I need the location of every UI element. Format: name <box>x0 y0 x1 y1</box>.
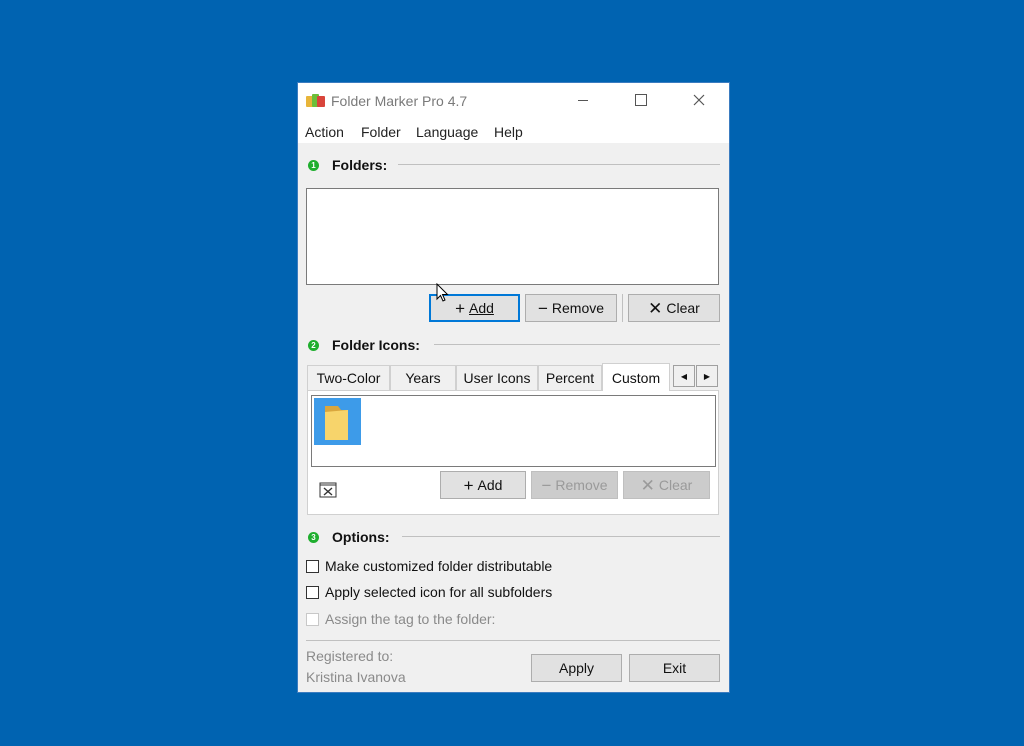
menu-action[interactable]: Action <box>305 124 344 140</box>
mouse-cursor-icon <box>436 283 449 302</box>
plus-icon: + <box>455 298 465 318</box>
tab-user-icons[interactable]: User Icons <box>456 365 538 390</box>
close-icon <box>693 94 705 106</box>
clear-x-icon: ✕ <box>640 475 655 495</box>
tab-custom[interactable]: Custom <box>602 363 670 391</box>
minimize-icon <box>578 99 588 101</box>
app-window: Folder Marker Pro 4.7 Action Folder Lang… <box>298 83 729 692</box>
registered-label: Registered to: <box>306 648 394 664</box>
custom-tab-panel: + Add − Remove ✕ Clear <box>307 390 719 515</box>
icons-remove-button[interactable]: − Remove <box>531 471 618 499</box>
close-button[interactable] <box>671 83 727 117</box>
option-distributable[interactable]: Make customized folder distributable <box>306 558 552 574</box>
section-number-badge: 2 <box>308 339 319 351</box>
tab-scroll-left-button[interactable]: ◀ <box>673 365 695 387</box>
section-number-badge: 3 <box>308 531 319 543</box>
custom-icons-list[interactable] <box>311 395 716 467</box>
menu-help[interactable]: Help <box>494 124 523 140</box>
plus-icon: + <box>463 475 474 495</box>
maximize-button[interactable] <box>613 83 669 117</box>
registered-name: Kristina Ivanova <box>306 669 406 685</box>
menu-bar: Action Folder Language Help <box>298 119 729 143</box>
button-separator <box>622 294 623 322</box>
custom-icon-item[interactable] <box>314 398 361 445</box>
folders-remove-button[interactable]: − Remove <box>525 294 617 322</box>
section-number-badge: 1 <box>308 159 319 171</box>
maximize-icon <box>635 94 647 106</box>
menu-folder[interactable]: Folder <box>361 124 401 140</box>
menu-language[interactable]: Language <box>416 124 478 140</box>
section-divider <box>434 344 720 345</box>
minimize-button[interactable] <box>555 83 611 117</box>
folders-section-label: Folders: <box>332 157 388 173</box>
folder-icon <box>325 406 348 440</box>
folders-list[interactable] <box>306 188 719 285</box>
tab-years[interactable]: Years <box>390 365 456 390</box>
option-apply-subfolders[interactable]: Apply selected icon for all subfolders <box>306 584 552 600</box>
apply-button[interactable]: Apply <box>531 654 622 682</box>
title-bar[interactable]: Folder Marker Pro 4.7 <box>298 83 729 119</box>
tab-scroll-right-button[interactable]: ▶ <box>696 365 718 387</box>
assign-tag-checkbox <box>306 612 319 626</box>
options-section-header: 3 Options: <box>308 528 390 546</box>
app-logo-icon <box>306 94 325 107</box>
arrow-right-icon: ▶ <box>703 371 711 381</box>
folders-section-header: 1 Folders: <box>308 156 387 174</box>
icons-section-header: 2 Folder Icons: <box>308 336 420 354</box>
options-section-label: Options: <box>332 529 390 545</box>
footer-divider <box>306 640 720 641</box>
minus-icon: − <box>541 475 552 495</box>
distributable-checkbox[interactable] <box>306 559 319 573</box>
icons-clear-button[interactable]: ✕ Clear <box>623 471 710 499</box>
icons-add-button[interactable]: + Add <box>440 471 526 499</box>
exit-button[interactable]: Exit <box>629 654 720 682</box>
delete-icon-button-icon[interactable] <box>319 480 337 498</box>
subfolders-checkbox[interactable] <box>306 585 319 599</box>
tab-two-color[interactable]: Two-Color <box>307 365 390 390</box>
folders-clear-button[interactable]: ✕ Clear <box>628 294 720 322</box>
arrow-left-icon: ◀ <box>680 371 688 381</box>
window-title: Folder Marker Pro 4.7 <box>331 93 468 109</box>
option-assign-tag: Assign the tag to the folder: <box>306 611 495 627</box>
section-divider <box>398 164 720 165</box>
tab-percent[interactable]: Percent <box>538 365 602 390</box>
clear-x-icon: ✕ <box>648 298 663 318</box>
section-divider <box>402 536 720 537</box>
icons-section-label: Folder Icons: <box>332 337 420 353</box>
minus-icon: − <box>537 298 548 318</box>
